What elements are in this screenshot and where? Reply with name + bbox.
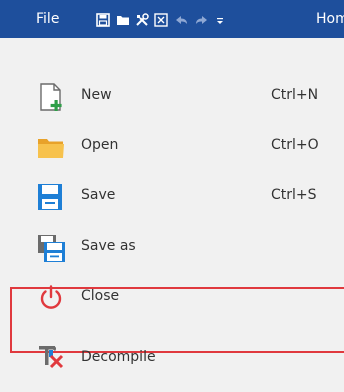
folder-icon: [36, 132, 66, 162]
home-tab[interactable]: Hom: [316, 11, 344, 27]
undo-icon[interactable]: [175, 12, 189, 26]
save-icon: [36, 182, 66, 212]
menu-item-label: Decompile: [81, 349, 156, 365]
shortcut-label: Ctrl+O: [271, 137, 319, 153]
menu-item-label: New: [81, 87, 112, 103]
save-as-icon: [36, 233, 66, 263]
menu-item-save-as[interactable]: Save as: [0, 220, 344, 270]
menu-item-new[interactable]: New Ctrl+N: [0, 69, 344, 119]
menu-item-label: Save as: [81, 238, 136, 254]
menu-item-label: Save: [81, 187, 116, 203]
shortcut-label: Ctrl+N: [271, 87, 319, 103]
new-file-icon: [36, 82, 66, 112]
save-icon[interactable]: [96, 12, 110, 27]
menu-item-save[interactable]: Save Ctrl+S: [0, 169, 344, 219]
menu-item-open[interactable]: Open Ctrl+O: [0, 119, 344, 169]
tools-icon[interactable]: [135, 12, 149, 26]
dropdown-icon[interactable]: [213, 12, 227, 26]
open-folder-icon[interactable]: [116, 12, 130, 26]
file-tab[interactable]: File: [36, 11, 59, 27]
menu-item-decompile[interactable]: Decompile: [0, 331, 344, 381]
decompile-icon: [36, 341, 66, 371]
menu-item-label: Open: [81, 137, 119, 153]
redo-icon[interactable]: [194, 12, 208, 26]
shortcut-label: Ctrl+S: [271, 187, 317, 203]
top-toolbar: File Hom: [0, 0, 344, 38]
export-icon[interactable]: [154, 12, 168, 27]
